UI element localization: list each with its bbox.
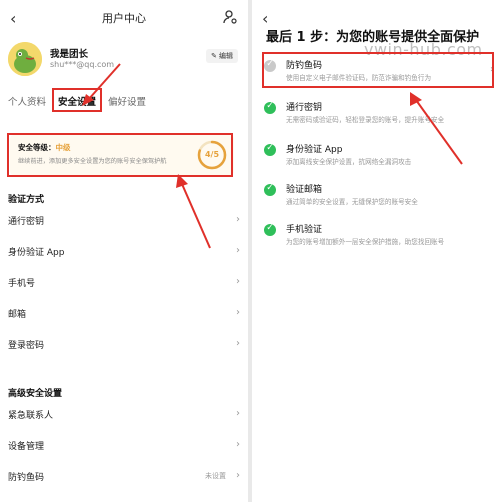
row-label: 紧急联系人 (8, 411, 54, 421)
chevron-right-icon: › (236, 470, 240, 481)
chevron-right-icon: › (236, 338, 240, 349)
settings-tabs: 个人资料 安全设置 偏好设置 (0, 86, 248, 116)
option-phone-verification[interactable]: ✓ 手机验证 为您的账号增加额外一层安全保护措施，助您找回账号 (264, 222, 496, 256)
option-desc: 无需密码或验证码，轻松登录您的账号，提升账号安全 (286, 116, 445, 124)
chevron-right-icon: › (236, 245, 240, 256)
row-device-management[interactable]: 设备管理 › (8, 439, 240, 455)
option-highlight-box (262, 52, 494, 88)
annotation-arrow-card (176, 174, 211, 249)
check-circle-icon: ✓ (264, 101, 276, 114)
option-authenticator-app[interactable]: ✓ 身份验证 App 添加离线安全保护设置，抗网络全漏洞攻击 (264, 142, 496, 176)
tab-preferences[interactable]: 偏好设置 (108, 94, 146, 108)
advanced-security-title: 高级安全设置 (8, 389, 63, 399)
verification-methods-title: 验证方式 (8, 195, 45, 205)
row-anti-phishing-code[interactable]: 防钓鱼码 未设置 › (8, 470, 240, 486)
pencil-icon: ✎ (211, 52, 217, 60)
username: 我是团长 (50, 49, 89, 60)
chevron-right-icon: › (236, 439, 240, 450)
page-title: 用户中心 (102, 12, 146, 25)
chevron-right-icon: › (236, 307, 240, 318)
row-label: 防钓鱼码 (8, 473, 45, 483)
chevron-right-icon: › (236, 214, 240, 225)
option-title: 通行密钥 (286, 103, 323, 113)
edit-label: 编辑 (219, 52, 233, 60)
row-label: 身份验证 App (8, 248, 65, 258)
row-label: 设备管理 (8, 442, 45, 452)
option-desc: 添加离线安全保护设置，抗网络全漏洞攻击 (286, 158, 412, 166)
profile-header: 我是团长 shu***@qq.com ✎ 编辑 (0, 36, 248, 86)
chevron-right-icon: › (236, 408, 240, 419)
option-desc: 通过简单的安全设置，无缝保护您的账号安全 (286, 198, 418, 206)
row-authenticator-app[interactable]: 身份验证 App › (8, 245, 240, 261)
row-label: 手机号 (8, 279, 36, 289)
row-status-value: 未设置 (205, 472, 226, 480)
row-emergency-contact[interactable]: 紧急联系人 › (8, 408, 240, 424)
avatar[interactable] (8, 42, 42, 76)
option-title: 手机验证 (286, 225, 323, 235)
row-phone[interactable]: 手机号 › (8, 276, 240, 292)
chevron-right-icon: › (236, 276, 240, 287)
row-login-password[interactable]: 登录密码 › (8, 338, 240, 354)
option-desc: 为您的账号增加额外一层安全保护措施，助您找回账号 (286, 238, 445, 246)
option-verify-email[interactable]: ✓ 验证邮箱 通过简单的安全设置，无缝保护您的账号安全 (264, 182, 496, 216)
row-label: 登录密码 (8, 341, 45, 351)
setup-steps-screen: ‹ 最后 1 步：为您的账号提供全面保护 vwin-hub.com ✓ 防钓鱼码… (252, 0, 500, 502)
tab-highlight-box (52, 88, 102, 112)
tab-profile[interactable]: 个人资料 (8, 94, 46, 108)
check-circle-icon: ✓ (264, 143, 276, 156)
avatar-image (8, 42, 42, 76)
edit-profile-button[interactable]: ✎ 编辑 (206, 49, 238, 63)
user-center-screen: ‹ 用户中心 我是团长 shu***@qq.com ✎ 编辑 个人资料 安全设置… (0, 0, 248, 502)
option-title: 验证邮箱 (286, 185, 323, 195)
row-label: 邮箱 (8, 310, 27, 320)
security-card-highlight-box (7, 133, 233, 177)
user-settings-icon[interactable] (222, 9, 238, 25)
user-email: shu***@qq.com (50, 60, 115, 69)
check-circle-icon: ✓ (264, 183, 276, 196)
row-passkey[interactable]: 通行密钥 › (8, 214, 240, 230)
option-passkey[interactable]: ✓ 通行密钥 无需密码或验证码，轻松登录您的账号，提升账号安全 (264, 100, 496, 134)
row-label: 通行密钥 (8, 217, 45, 227)
row-email[interactable]: 邮箱 › (8, 307, 240, 323)
nav-bar: ‹ 用户中心 (0, 0, 248, 36)
option-title: 身份验证 App (286, 145, 343, 155)
check-circle-icon: ✓ (264, 223, 276, 236)
